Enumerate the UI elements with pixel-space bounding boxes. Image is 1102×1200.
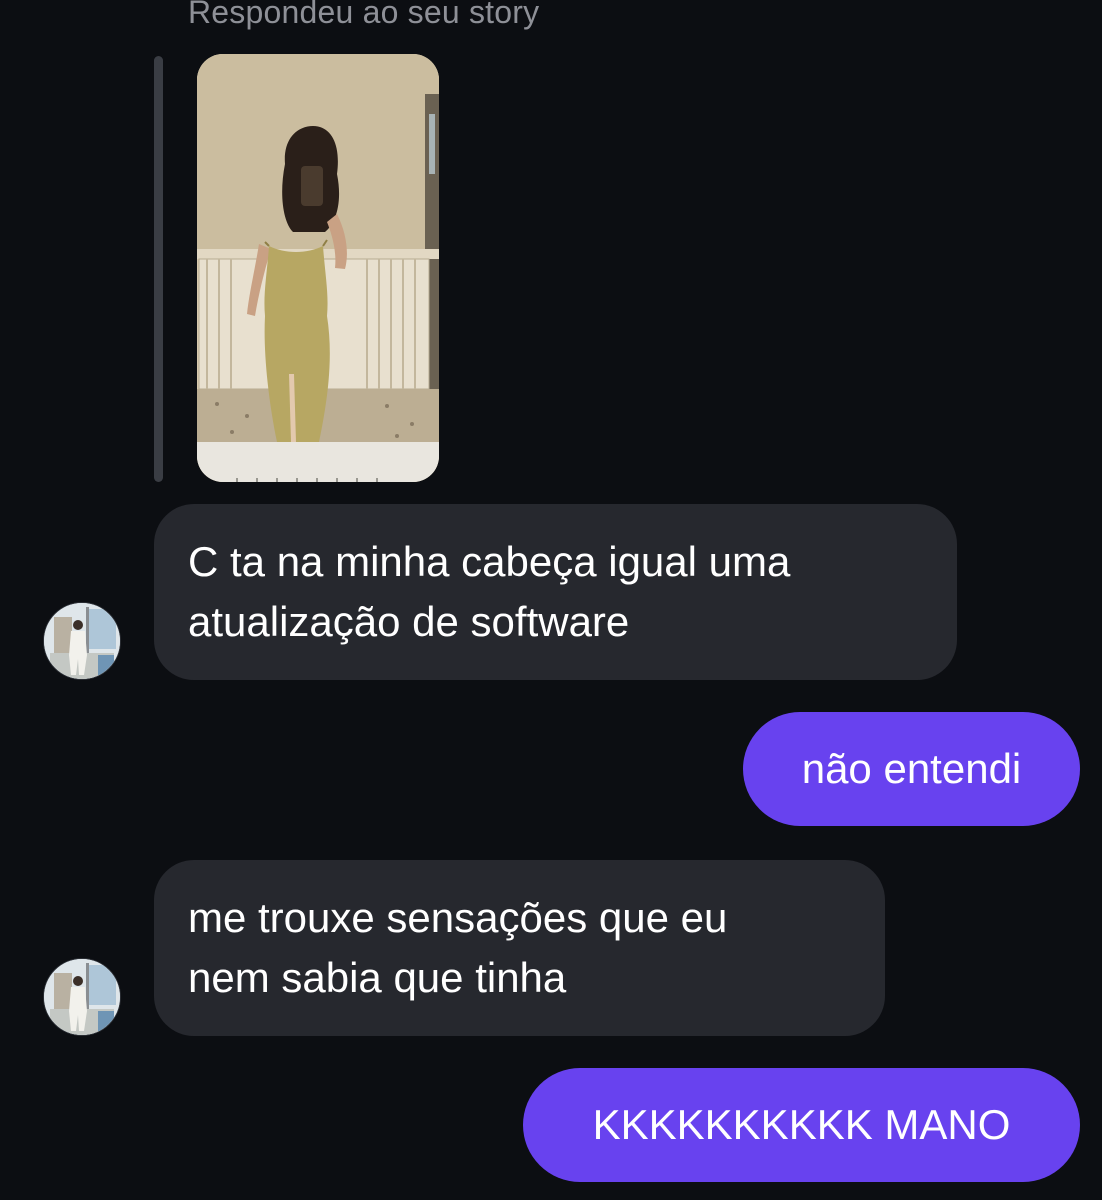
message-text-line: me trouxe sensações que eu — [188, 894, 728, 941]
incoming-message-bubble[interactable]: C ta na minha cabeça igual uma atualizaç… — [154, 504, 957, 680]
avatar-photo — [44, 959, 120, 1035]
reply-quote-bar — [154, 56, 163, 482]
message-text: KKKKKKKKKK MANO — [592, 1101, 1011, 1148]
story-photo-mirror-selfie — [197, 54, 439, 482]
story-reply-label: Respondeu ao seu story — [188, 0, 540, 30]
message-text: não entendi — [801, 745, 1022, 792]
outgoing-message-bubble[interactable]: KKKKKKKKKK MANO — [523, 1068, 1080, 1182]
message-text-line: C ta na minha cabeça igual uma — [188, 538, 791, 585]
incoming-message-bubble[interactable]: me trouxe sensações que eu nem sabia que… — [154, 860, 885, 1036]
sender-avatar[interactable] — [43, 958, 121, 1036]
avatar-photo — [44, 603, 120, 679]
sender-avatar[interactable] — [43, 602, 121, 680]
story-thumbnail[interactable] — [197, 54, 439, 482]
message-text-line: nem sabia que tinha — [188, 954, 567, 1001]
message-text-line: atualização de software — [188, 598, 630, 645]
outgoing-message-bubble[interactable]: não entendi — [743, 712, 1080, 826]
